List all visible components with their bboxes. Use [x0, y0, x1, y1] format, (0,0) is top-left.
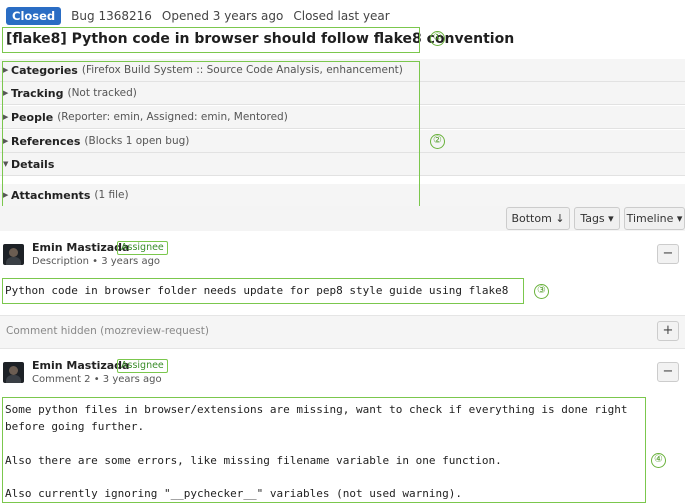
avatar[interactable]: [3, 362, 24, 383]
annotation-number-2: ②: [430, 134, 445, 149]
comment-meta[interactable]: Description • 3 years ago: [32, 256, 160, 267]
tags-button[interactable]: Tags ▾: [574, 207, 620, 230]
annotation-number-4: ④: [651, 453, 666, 468]
comment-toolbar: Bottom ↓ Tags ▾ Timeline ▾: [0, 206, 685, 231]
expand-comment-button[interactable]: +: [657, 321, 679, 341]
opened-time: Opened 3 years ago: [161, 9, 284, 23]
annotation-box-description: [2, 278, 524, 304]
comment-meta[interactable]: Comment 2 • 3 years ago: [32, 374, 162, 385]
comment-author[interactable]: Emin Mastizada: [32, 241, 129, 254]
bug-id[interactable]: Bug 1368216: [71, 9, 152, 23]
bottom-button[interactable]: Bottom ↓: [506, 207, 570, 230]
avatar[interactable]: [3, 244, 24, 265]
timeline-button[interactable]: Timeline ▾: [624, 207, 685, 230]
hidden-comment-bar: Comment hidden (mozreview-request) +: [0, 315, 685, 349]
hidden-comment-label: Comment hidden (mozreview-request): [6, 325, 209, 337]
role-badge: Assignee: [117, 359, 168, 373]
annotation-box-comment: [2, 397, 646, 503]
bug-header: Closed Bug 1368216 Opened 3 years ago Cl…: [6, 7, 400, 25]
status-badge: Closed: [6, 7, 62, 25]
closed-time: Closed last year: [293, 9, 390, 23]
role-badge: Assignee: [117, 241, 168, 255]
annotation-box-sections: [2, 61, 420, 208]
collapse-comment-button[interactable]: −: [657, 244, 679, 264]
annotation-number-3: ③: [534, 284, 549, 299]
comment-author[interactable]: Emin Mastizada: [32, 359, 129, 372]
annotation-box-title: [2, 27, 420, 53]
collapse-comment-button[interactable]: −: [657, 362, 679, 382]
annotation-number-1: ①: [430, 31, 445, 46]
